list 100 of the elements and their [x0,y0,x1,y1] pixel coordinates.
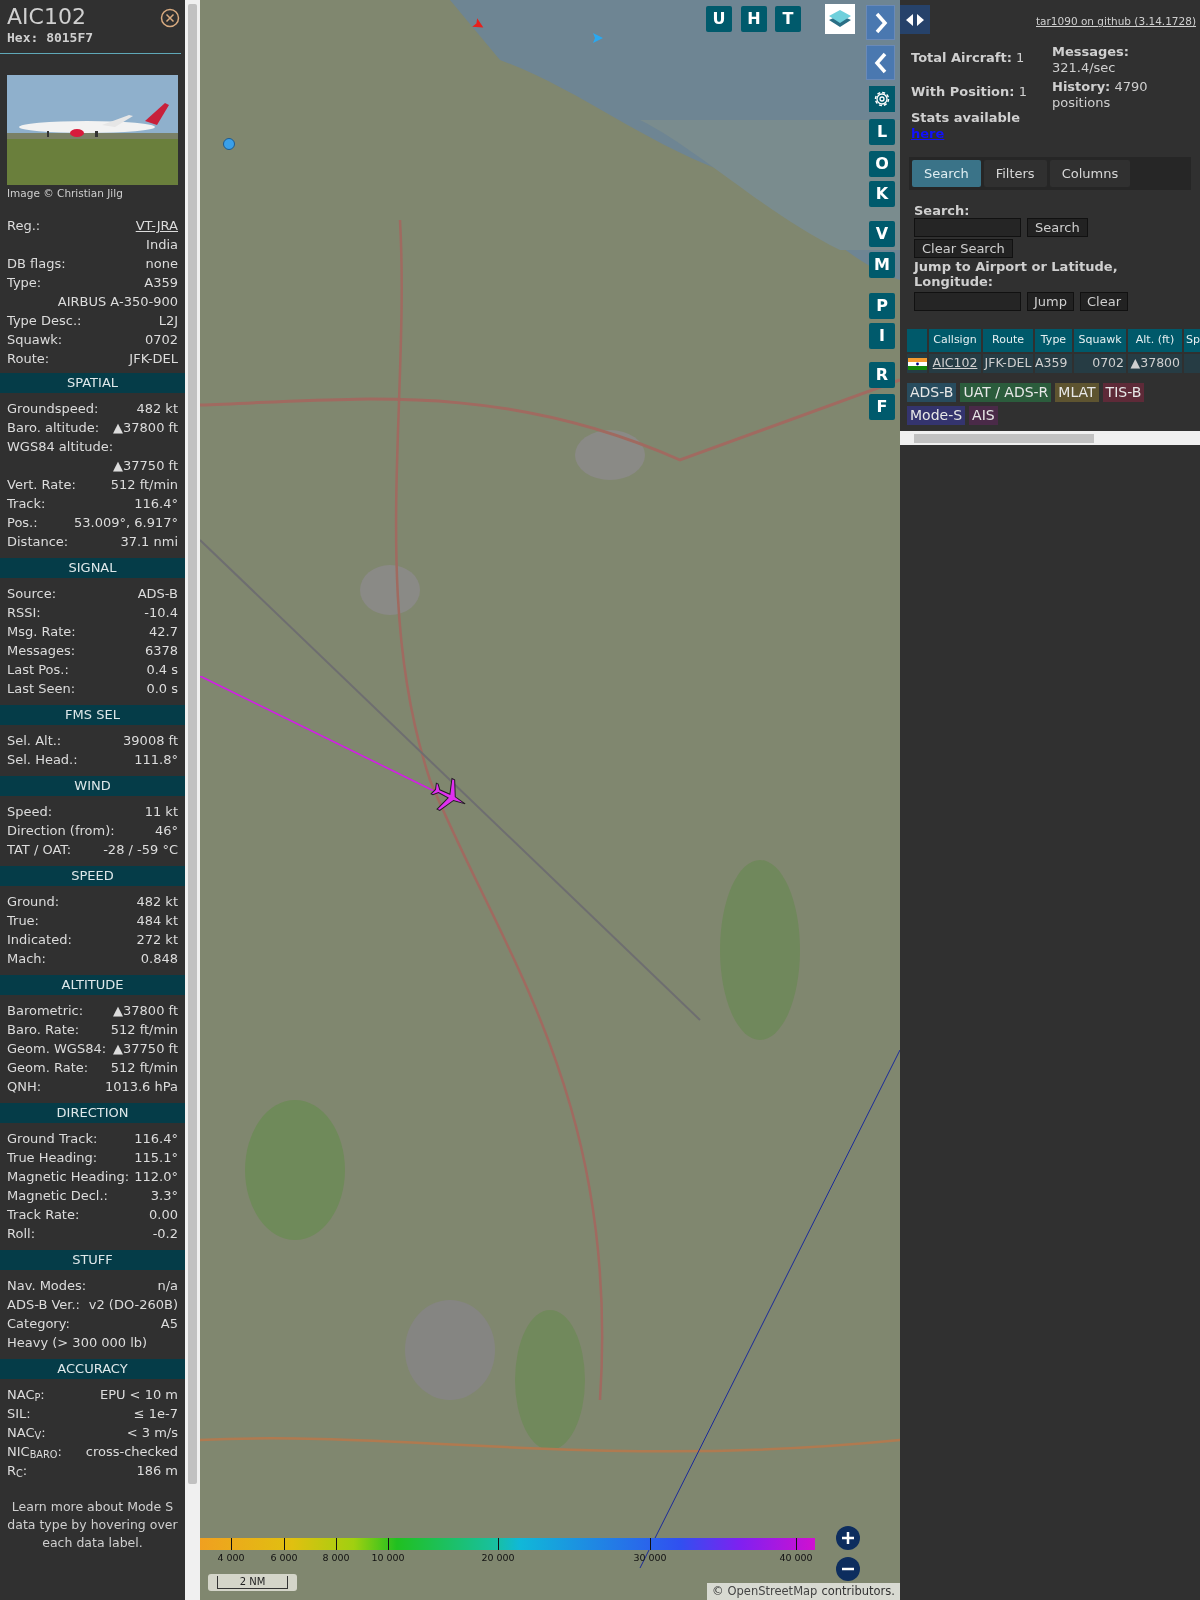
map-layers-button[interactable] [825,4,855,34]
table-cell: A359 [1035,354,1072,373]
map-toggle-button[interactable]: V [869,221,895,247]
field-label: TAT / OAT: [7,840,72,859]
collapse-button[interactable] [866,45,895,80]
aircraft-callsign: AIC102 [7,4,86,30]
field-label: Last Seen: [7,679,76,698]
map-toggle-button[interactable]: I [869,323,895,349]
jump-label: Jump to Airport or Latitude, Longitude: [914,259,1119,289]
map-toggle-button[interactable]: L [869,119,895,145]
tab[interactable]: Search [912,160,981,187]
field-label: Source: [7,584,57,603]
map-toggle-button[interactable]: T [775,6,801,32]
field-value: 0.0 s [146,679,178,698]
field-label: Vert. Rate: [7,475,76,494]
field-label: ADS-B Ver.: [7,1295,80,1314]
field-label: Magnetic Decl.: [7,1186,108,1205]
field-value: ▲37750 ft [113,456,178,475]
column-header[interactable]: Type [1035,329,1072,352]
field-value: 37.1 nmi [120,532,178,551]
field-value: 111.8° [134,750,178,769]
panel-toggle-button[interactable] [900,5,930,34]
search-field[interactable] [914,218,1021,237]
field-label: Sel. Head.: [7,750,78,769]
aircraft-marker-icon[interactable] [591,31,605,45]
section-header: SPEED [0,866,185,886]
field-value: ▲37800 ft [113,418,178,437]
field-value: -10.4 [144,603,178,622]
tab[interactable]: Filters [983,160,1047,187]
field-value: ≤ 1e-7 [133,1404,178,1423]
column-header[interactable]: Sp [1184,329,1200,352]
field-label: NIC$_{BARO}$: [7,1442,62,1462]
map-toggle-button[interactable]: K [869,181,895,207]
legend-label: 30 000 [632,1551,668,1565]
section-header: DIRECTION [0,1103,185,1123]
close-icon[interactable] [160,8,180,28]
source-legend-tag: TIS-B [1102,383,1145,402]
section-header: SIGNAL [0,558,185,578]
field-value: A359 [144,273,178,292]
field-label: Track: [7,494,46,513]
field-label: Direction (from): [7,821,115,840]
registration-link[interactable]: VT-JRA [135,215,178,236]
attribution-text: © [711,1582,724,1600]
history-stat: History: 4790 positions [1052,79,1149,111]
settings-button[interactable] [869,86,895,112]
horizontal-scrollbar[interactable] [900,431,1200,445]
map-toggle-button[interactable]: M [869,252,895,278]
field-label: DB flags: [7,254,66,273]
field-value: 0.4 s [146,660,178,679]
field-value: -0.2 [152,1224,178,1243]
map-toggle-button[interactable]: H [741,6,767,32]
search-button[interactable]: Search [1027,218,1088,237]
field-label: Messages: [7,641,76,660]
column-header[interactable]: Route [983,329,1033,352]
field-label: Route: [7,349,50,368]
map-toggle-button[interactable]: P [869,293,895,319]
field-label: WGS84 altitude: [7,437,114,456]
column-header[interactable]: Squawk [1074,329,1126,352]
field-value: 46° [154,821,178,840]
legend-label: 10 000 [370,1551,406,1565]
field-label: Category: [7,1314,70,1333]
field-value: 112.0° [134,1167,178,1186]
jump-field[interactable] [914,292,1021,311]
field-label: Track Rate: [7,1205,80,1224]
github-link[interactable]: tar1090 on github (3.14.1728) [1036,14,1196,30]
column-header[interactable]: Callsign [929,329,981,352]
field-label: Nav. Modes: [7,1276,87,1295]
chevron-left-icon [872,50,889,75]
hex-code: Hex: 8015F7 [7,30,94,46]
field-label: Geom. Rate: [7,1058,89,1077]
scrollbar[interactable] [185,0,200,1600]
map-toggle-button[interactable]: U [706,6,732,32]
field-label: Msg. Rate: [7,622,76,641]
clear-button[interactable]: Clear [1080,292,1128,311]
scale-label: 2 NM [216,1576,289,1589]
attribution-text: contributors. [821,1582,895,1600]
field-label: Sel. Alt.: [7,731,62,750]
help-text: Learn more about Mode S data type by hovering over each data label. [6,1498,179,1552]
field-value: 512 ft/min [110,1020,178,1039]
field-value: 512 ft/min [110,1058,178,1077]
field-value: -28 / -59 °C [103,840,178,859]
field-label: Magnetic Heading: [7,1167,130,1186]
field-value: 484 kt [136,911,178,930]
field-value: none [145,254,178,273]
map[interactable]: U H T L O K V M P I R F 4 000 6 000 8 000 10 000 20 000 30 000 40 000 2 NM © OpenStreetMap contributors. [200,0,900,1600]
field-value: v2 (DO-260B) [88,1295,178,1314]
expand-button[interactable] [866,5,895,40]
map-toggle-button[interactable]: O [869,151,895,177]
map-toggle-button[interactable]: R [869,362,895,388]
tab[interactable]: Columns [1049,160,1131,187]
field-value: 11 kt [144,802,178,821]
field-value: 116.4° [134,1129,178,1148]
field-label: Type: [7,273,42,292]
jump-button[interactable]: Jump [1027,292,1074,311]
column-header[interactable]: Alt. (ft) [1128,329,1182,352]
clear-search-button[interactable]: Clear Search [914,239,1013,258]
map-toggle-button[interactable]: F [869,394,895,420]
table-cell: 0702 [1074,354,1126,373]
openstreetmap-link[interactable]: OpenStreetMap [727,1582,818,1600]
field-value: 0.848 [140,949,178,968]
